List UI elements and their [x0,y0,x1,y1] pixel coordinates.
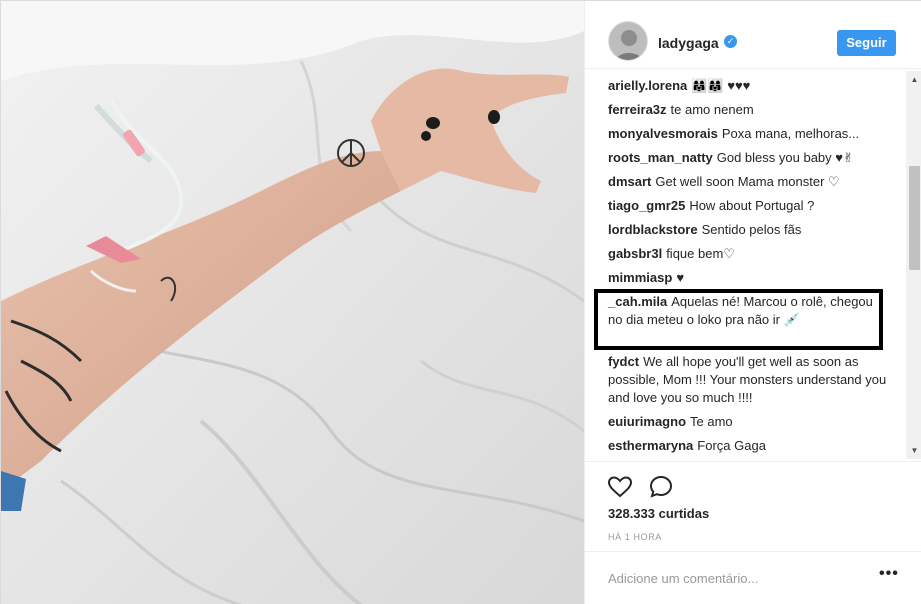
comment-item: euiurimagno Te amo [608,413,898,431]
comment-item: dmsart Get well soon Mama monster ♡ [608,173,898,191]
instagram-post: ladygaga ✓ Seguir arielly.lorena 👩‍👩‍👧👩‍👩… [0,0,921,604]
likes-count[interactable]: 328.333 curtidas [608,506,709,521]
comment-text: Poxa mana, melhoras... [721,126,860,141]
comment-username[interactable]: esthermaryna [608,438,693,453]
comment-icon[interactable] [648,474,674,500]
comment-item-highlighted: _cah.mila Aquelas né! Marcou o rolê, cheg… [608,293,880,329]
avatar[interactable] [608,21,648,61]
comment-username[interactable]: gabsbr3l [608,246,662,261]
comment-username[interactable]: euiurimagno [608,414,686,429]
post-header: ladygaga ✓ Seguir [585,1,921,69]
comment-username[interactable]: mimmiasp [608,270,672,285]
comment-username[interactable]: _cah.mila [608,294,667,309]
post-photo [1,1,584,604]
heart-icon[interactable] [607,474,633,500]
scroll-up-arrow-icon[interactable]: ▲ [906,71,921,88]
post-actions: 328.333 curtidas HÁ 1 HORA [585,461,921,561]
scrollbar-thumb[interactable] [909,166,920,270]
comment-text: We all hope you'll get well as soon as p… [608,354,887,405]
comment-text: Get well soon Mama monster ♡ [655,174,840,189]
comment-text: How about Portugal ? [689,198,815,213]
comment-username[interactable]: fydct [608,354,639,369]
more-options-icon[interactable]: ••• [879,565,899,583]
add-comment-input[interactable]: Adicione um comentário... [608,571,758,586]
add-comment-bar: Adicione um comentário... ••• [585,551,921,604]
post-sidebar: ladygaga ✓ Seguir arielly.lorena 👩‍👩‍👧👩‍👩… [584,1,921,604]
comment-text: Te amo [690,414,733,429]
username[interactable]: ladygaga [658,35,719,51]
avatar-image [609,22,647,60]
comment-username[interactable]: monyalvesmorais [608,126,718,141]
comment-item: monyalvesmorais Poxa mana, melhoras... [608,125,898,143]
comment-username[interactable]: dmsart [608,174,651,189]
comment-item: roots_man_natty God bless you baby ♥✌ [608,149,898,167]
comment-text: 👩‍👩‍👧👩‍👩‍👧 ♥♥♥ [691,78,751,93]
photo-illustration [1,1,584,604]
comment-text: God bless you baby ♥✌ [716,150,854,165]
comment-item: gabsbr3l fique bem♡ [608,245,898,263]
comment-item: mimmiasp ♥ [608,269,898,287]
comment-username[interactable]: lordblackstore [608,222,698,237]
comment-item: ferreira3z te amo nenem [608,101,898,119]
comment-text: Sentido pelos fãs [701,222,802,237]
comment-text: Força Gaga [697,438,766,453]
comment-username[interactable]: ferreira3z [608,102,667,117]
comment-item: arielly.lorena 👩‍👩‍👧👩‍👩‍👧 ♥♥♥ [608,77,898,95]
comment-item: fydct We all hope you'll get well as soon… [608,353,898,407]
comments-list: arielly.lorena 👩‍👩‍👧👩‍👩‍👧 ♥♥♥ ferreira3z t… [585,71,905,459]
comment-username[interactable]: roots_man_natty [608,150,713,165]
comment-item: tiago_gmr25 How about Portugal ? [608,197,898,215]
comment-username[interactable]: tiago_gmr25 [608,198,685,213]
comment-text: te amo nenem [670,102,754,117]
comment-item: esthermaryna Força Gaga [608,437,898,455]
verified-badge-icon: ✓ [724,35,737,48]
scroll-down-arrow-icon[interactable]: ▼ [906,442,921,459]
follow-button[interactable]: Seguir [837,30,896,56]
comment-item: lordblackstore Sentido pelos fãs [608,221,898,239]
comments-scrollbar[interactable]: ▲ ▼ [906,71,921,459]
comment-username[interactable]: arielly.lorena [608,78,687,93]
post-timestamp[interactable]: HÁ 1 HORA [608,532,662,542]
comment-text: fique bem♡ [666,246,735,261]
comment-text: ♥ [676,270,685,285]
